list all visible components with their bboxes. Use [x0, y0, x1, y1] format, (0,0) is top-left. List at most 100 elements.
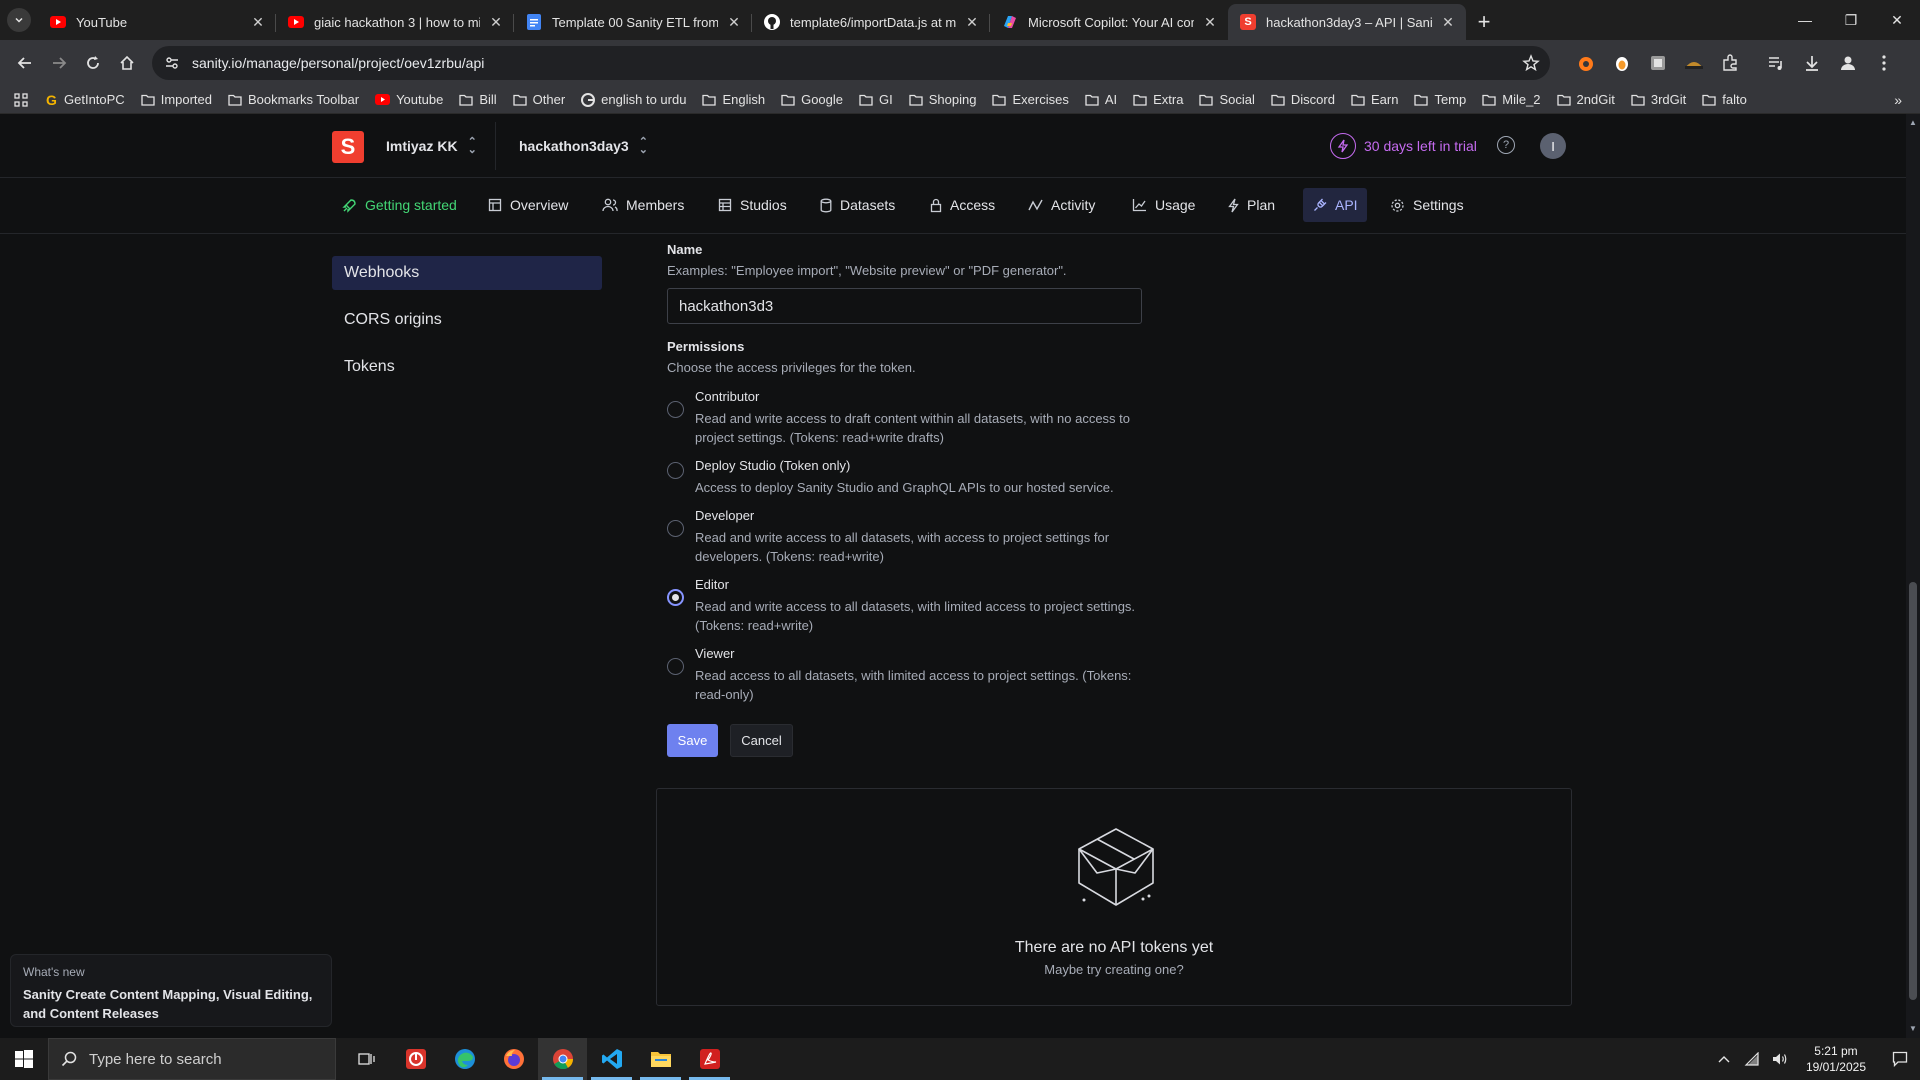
- extensions-puzzle-icon[interactable]: [1712, 46, 1748, 80]
- browser-tab[interactable]: Template 00 Sanity ETL from AP ✕: [514, 4, 752, 40]
- more-bookmarks-icon[interactable]: »: [1894, 92, 1902, 108]
- side-menu-cors-origins[interactable]: CORS origins: [332, 303, 602, 337]
- edge-icon[interactable]: [440, 1038, 489, 1080]
- help-icon[interactable]: ?: [1497, 136, 1515, 154]
- bookmark-item[interactable]: Social: [1191, 88, 1262, 112]
- bookmark-item[interactable]: Imported: [133, 88, 220, 112]
- site-info-icon[interactable]: [164, 55, 180, 71]
- scroll-up-icon[interactable]: ▲: [1909, 118, 1917, 127]
- side-menu-tokens[interactable]: Tokens: [332, 350, 602, 384]
- taskbar-clock[interactable]: 5:21 pm 19/01/2025: [1806, 1043, 1866, 1075]
- tab-search-button[interactable]: [0, 0, 38, 40]
- minimize-icon[interactable]: —: [1782, 0, 1828, 40]
- browser-tab[interactable]: giaic hackathon 3 | how to mig ✕: [276, 4, 514, 40]
- cancel-button[interactable]: Cancel: [730, 724, 793, 757]
- radio-button[interactable]: [667, 401, 684, 418]
- side-menu-webhooks[interactable]: Webhooks: [332, 256, 602, 290]
- bookmark-item[interactable]: Shoping: [901, 88, 985, 112]
- radio-button-checked[interactable]: [667, 589, 684, 606]
- bookmark-item[interactable]: English: [694, 88, 773, 112]
- bookmark-item[interactable]: Bookmarks Toolbar: [220, 88, 367, 112]
- token-name-input[interactable]: [667, 288, 1142, 324]
- firefox-icon[interactable]: [489, 1038, 538, 1080]
- radio-button[interactable]: [667, 658, 684, 675]
- extension-icon[interactable]: [1640, 46, 1676, 80]
- tab-settings[interactable]: Settings: [1380, 188, 1474, 222]
- restore-icon[interactable]: ❐: [1828, 0, 1874, 40]
- scroll-thumb[interactable]: [1909, 582, 1917, 1000]
- trial-badge[interactable]: 30 days left in trial: [1330, 132, 1477, 160]
- close-tab-icon[interactable]: ✕: [1202, 14, 1218, 30]
- extension-icon[interactable]: [1676, 46, 1712, 80]
- bookmark-item[interactable]: falto: [1694, 88, 1755, 112]
- bookmark-item[interactable]: G GetIntoPC: [38, 88, 133, 112]
- bookmark-item[interactable]: AI: [1077, 88, 1125, 112]
- browser-tab[interactable]: Microsoft Copilot: Your AI comp ✕: [990, 4, 1228, 40]
- project-switcher[interactable]: hackathon3day3 ⌃ ⌄: [519, 134, 648, 158]
- media-controls-icon[interactable]: [1758, 46, 1794, 80]
- windows-start-icon[interactable]: [0, 1038, 48, 1080]
- close-tab-icon[interactable]: ✕: [488, 14, 504, 30]
- bookmark-item[interactable]: 3rdGit: [1623, 88, 1694, 112]
- extension-icon[interactable]: [1568, 46, 1604, 80]
- acrobat-icon[interactable]: [685, 1038, 734, 1080]
- file-explorer-icon[interactable]: [636, 1038, 685, 1080]
- bookmark-item[interactable]: Exercises: [984, 88, 1076, 112]
- page-scrollbar[interactable]: ▲ ▼: [1906, 114, 1920, 1038]
- tab-api[interactable]: API: [1303, 188, 1367, 222]
- bookmark-item[interactable]: Youtube: [367, 88, 451, 112]
- sanity-logo[interactable]: S: [332, 131, 364, 163]
- radio-button[interactable]: [667, 462, 684, 479]
- notification-icon[interactable]: [1880, 1051, 1920, 1067]
- whats-new-card[interactable]: What's new Sanity Create Content Mapping…: [10, 954, 332, 1027]
- home-icon[interactable]: [110, 46, 144, 80]
- downloads-icon[interactable]: [1794, 46, 1830, 80]
- bookmark-item[interactable]: GI: [851, 88, 901, 112]
- save-button[interactable]: Save: [667, 724, 718, 757]
- bookmark-item[interactable]: 2ndGit: [1549, 88, 1623, 112]
- bookmark-item[interactable]: Other: [505, 88, 574, 112]
- bookmark-item[interactable]: Bill: [451, 88, 504, 112]
- tab-activity[interactable]: Activity: [1018, 188, 1105, 222]
- kebab-menu-icon[interactable]: [1866, 46, 1902, 80]
- tab-members[interactable]: Members: [592, 188, 694, 222]
- app-icon[interactable]: [391, 1038, 440, 1080]
- close-tab-icon[interactable]: ✕: [250, 14, 266, 30]
- taskbar-search-box[interactable]: Type here to search: [48, 1038, 336, 1080]
- close-tab-icon[interactable]: ✕: [964, 14, 980, 30]
- tab-datasets[interactable]: Datasets: [810, 188, 905, 222]
- tab-overview[interactable]: Overview: [478, 188, 578, 222]
- browser-tab[interactable]: template6/importData.js at ma ✕: [752, 4, 990, 40]
- new-tab-button[interactable]: +: [1466, 4, 1502, 40]
- profile-icon[interactable]: [1830, 46, 1866, 80]
- address-bar[interactable]: sanity.io/manage/personal/project/oev1zr…: [152, 46, 1550, 80]
- vscode-icon[interactable]: [587, 1038, 636, 1080]
- forward-icon[interactable]: [42, 46, 76, 80]
- tab-getting-started[interactable]: Getting started: [332, 188, 467, 222]
- back-icon[interactable]: [8, 46, 42, 80]
- radio-button[interactable]: [667, 520, 684, 537]
- tab-usage[interactable]: Usage: [1122, 188, 1205, 222]
- bookmark-item[interactable]: Extra: [1125, 88, 1191, 112]
- tab-access[interactable]: Access: [920, 188, 1005, 222]
- bookmark-item[interactable]: english to urdu: [573, 88, 694, 112]
- browser-tab-active[interactable]: S hackathon3day3 – API | Sanity.io ✕: [1228, 4, 1466, 40]
- bookmark-item[interactable]: Google: [773, 88, 851, 112]
- volume-icon[interactable]: [1768, 1052, 1792, 1066]
- bookmark-item[interactable]: Temp: [1406, 88, 1474, 112]
- reload-icon[interactable]: [76, 46, 110, 80]
- tab-studios[interactable]: Studios: [708, 188, 797, 222]
- scroll-down-icon[interactable]: ▼: [1909, 1024, 1917, 1033]
- close-tab-icon[interactable]: ✕: [1440, 14, 1456, 30]
- avatar[interactable]: I: [1540, 133, 1566, 159]
- apps-grid-icon[interactable]: [14, 88, 38, 112]
- bookmark-item[interactable]: Discord: [1263, 88, 1343, 112]
- bookmark-star-icon[interactable]: [1522, 54, 1540, 72]
- close-window-icon[interactable]: ✕: [1874, 0, 1920, 40]
- extension-icon[interactable]: [1604, 46, 1640, 80]
- tab-plan[interactable]: Plan: [1218, 188, 1285, 222]
- bookmark-item[interactable]: Mile_2: [1474, 88, 1548, 112]
- org-switcher[interactable]: Imtiyaz KK ⌃ ⌄: [386, 134, 477, 158]
- chevron-up-icon[interactable]: [1712, 1055, 1736, 1063]
- task-view-icon[interactable]: [342, 1038, 391, 1080]
